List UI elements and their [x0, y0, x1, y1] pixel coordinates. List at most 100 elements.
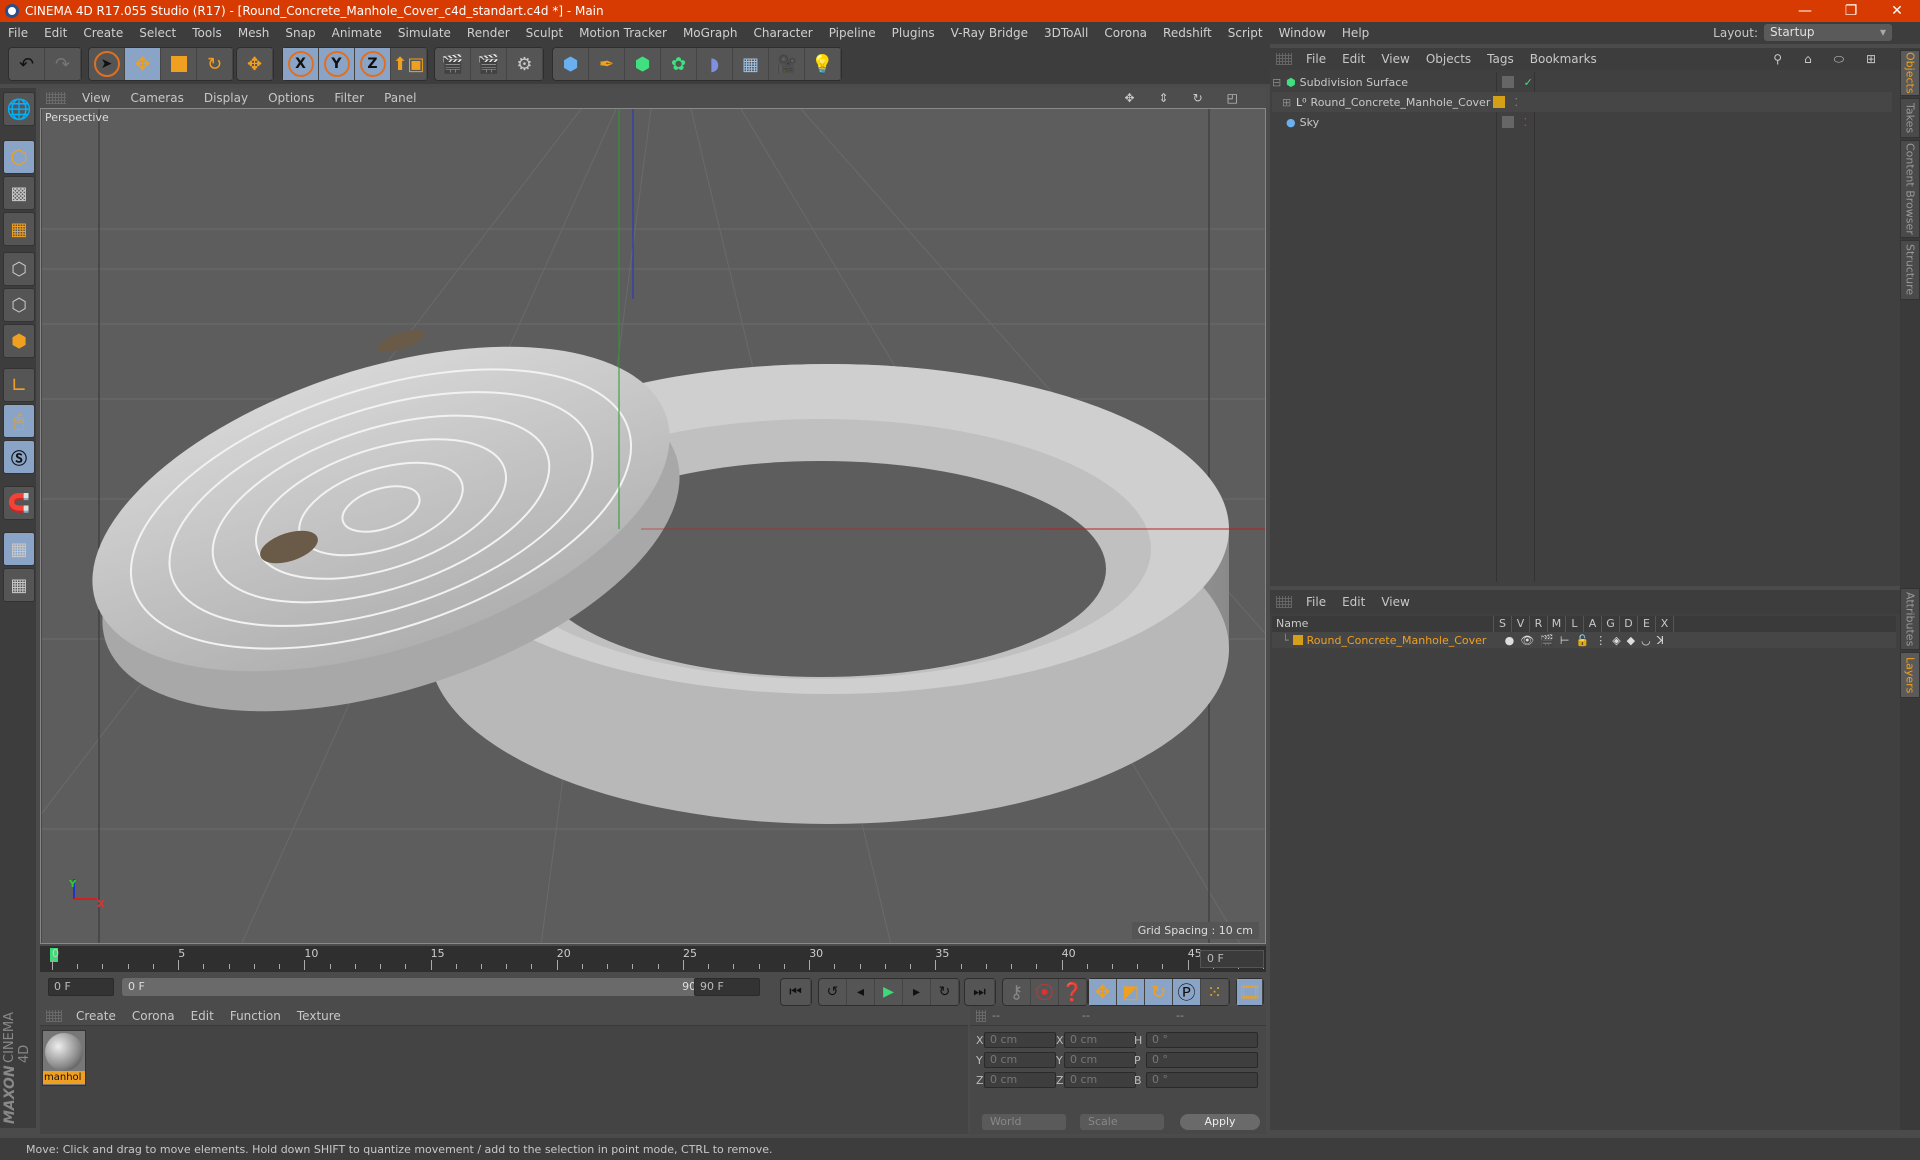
lock-toggle-icon[interactable]: 🔓: [1576, 634, 1590, 647]
make-editable-button[interactable]: 🌐: [3, 92, 35, 126]
object-row-subdivision-surface[interactable]: ⊟ ⬢ Subdivision Surface ✓: [1272, 72, 1892, 92]
viewport-menu-options[interactable]: Options: [258, 91, 324, 105]
layers-menu-view[interactable]: View: [1373, 595, 1417, 609]
subdivision-button[interactable]: ⬢: [625, 48, 661, 80]
coord-value-field[interactable]: 0 cm: [984, 1032, 1056, 1048]
tree-expand-icon[interactable]: ⊞: [1282, 96, 1292, 109]
menu-script[interactable]: Script: [1220, 26, 1271, 40]
menu-corona[interactable]: Corona: [1096, 26, 1155, 40]
objects-menu-objects[interactable]: Objects: [1418, 52, 1479, 66]
next-frame-button[interactable]: ▸: [903, 979, 931, 1005]
material-item[interactable]: manhol: [42, 1030, 86, 1086]
texture-mode-button[interactable]: ▩: [3, 176, 35, 210]
layer-color-swatch[interactable]: [1492, 96, 1505, 108]
deformers-toggle-icon[interactable]: ◆: [1627, 634, 1635, 647]
panel-grip[interactable]: [1276, 596, 1292, 608]
minimize-button[interactable]: —: [1782, 0, 1828, 22]
panel-grip[interactable]: [46, 92, 66, 104]
workplane-mode-button[interactable]: ▦: [3, 212, 35, 246]
editor-visibility-icon[interactable]: [1501, 76, 1514, 88]
coordinate-space-dropdown[interactable]: World: [982, 1114, 1066, 1130]
animation-toggle-icon[interactable]: ⋮: [1595, 634, 1606, 647]
dolly-icon[interactable]: ⇕: [1149, 91, 1179, 105]
pan-icon[interactable]: ✥: [1114, 91, 1144, 105]
tab-structure[interactable]: Structure: [1900, 240, 1920, 300]
panel-grip[interactable]: [976, 1009, 986, 1022]
coordinate-system-button[interactable]: ⬆▣: [391, 48, 427, 80]
render-picture-viewer-button[interactable]: 🎬: [471, 48, 507, 80]
object-name[interactable]: Round_Concrete_Manhole_Cover: [1311, 96, 1491, 109]
column-manager[interactable]: M: [1548, 616, 1566, 632]
axis-mode-button[interactable]: ∟: [3, 368, 35, 402]
new-window-icon[interactable]: ⊞: [1858, 52, 1884, 67]
tab-attributes[interactable]: Attributes: [1900, 588, 1920, 650]
menu-character[interactable]: Character: [745, 26, 820, 40]
coord-value-field[interactable]: 0 °: [1146, 1072, 1258, 1088]
column-locked[interactable]: L: [1566, 616, 1584, 632]
go-to-end-button[interactable]: ⏭: [965, 979, 995, 1005]
undo-button[interactable]: ↶: [9, 48, 45, 80]
enabled-check-icon[interactable]: ✓: [1524, 76, 1533, 89]
key-parameter-button[interactable]: Ⓟ: [1173, 979, 1201, 1005]
column-deformers[interactable]: D: [1620, 616, 1638, 632]
menu-3dtoall[interactable]: 3DToAll: [1036, 26, 1096, 40]
points-mode-button[interactable]: ⬡: [3, 252, 35, 286]
motion-path-button[interactable]: ⚷: [1003, 979, 1031, 1005]
go-to-start-button[interactable]: ⏮: [781, 979, 811, 1005]
coord-value-field[interactable]: 0 cm: [1064, 1072, 1136, 1088]
timeline-window-button[interactable]: 🎞: [1237, 979, 1263, 1005]
viewport-menu-display[interactable]: Display: [194, 91, 258, 105]
layer-color-swatch[interactable]: [1292, 635, 1303, 645]
layer-filter-icon[interactable]: ⬭: [1826, 52, 1852, 67]
auto-key-button[interactable]: ❓: [1059, 979, 1087, 1005]
material-menu-edit[interactable]: Edit: [183, 1009, 222, 1023]
xrefs-toggle-icon[interactable]: ꓘ: [1657, 634, 1664, 647]
y-axis-button[interactable]: Y: [319, 48, 355, 80]
magnet-button[interactable]: 🧲: [3, 486, 35, 520]
column-expressions[interactable]: E: [1638, 616, 1656, 632]
menu-snap[interactable]: Snap: [277, 26, 323, 40]
add-cube-button[interactable]: ⬢: [553, 48, 589, 80]
menu-edit[interactable]: Edit: [36, 26, 75, 40]
pen-button[interactable]: ✒: [589, 48, 625, 80]
key-position-button[interactable]: ✥: [1089, 979, 1117, 1005]
deformer-button[interactable]: ◗: [697, 48, 733, 80]
panel-grip[interactable]: [46, 1010, 62, 1022]
coord-value-field[interactable]: 0 °: [1146, 1052, 1258, 1068]
menu-sculpt[interactable]: Sculpt: [518, 26, 571, 40]
viewport-menu-view[interactable]: View: [72, 91, 120, 105]
tab-content-browser[interactable]: Content Browser: [1900, 140, 1920, 238]
column-view[interactable]: V: [1512, 616, 1530, 632]
home-icon[interactable]: ⌂: [1796, 52, 1820, 67]
scale-tool-button[interactable]: [161, 48, 197, 80]
view-toggle-icon[interactable]: 👁: [1520, 634, 1534, 647]
menu-file[interactable]: File: [0, 26, 36, 40]
column-xrefs[interactable]: X: [1656, 616, 1674, 632]
menu-plugins[interactable]: Plugins: [884, 26, 943, 40]
coord-value-field[interactable]: 0 cm: [1064, 1032, 1136, 1048]
edges-mode-button[interactable]: ⬡: [3, 288, 35, 322]
editor-visibility-icon[interactable]: [1501, 116, 1514, 128]
play-button[interactable]: ▶: [875, 979, 903, 1005]
move-tool-button[interactable]: ✥: [125, 48, 161, 80]
render-view-button[interactable]: 🎬: [435, 48, 471, 80]
tab-takes[interactable]: Takes: [1900, 98, 1920, 138]
key-scale-button[interactable]: ◩: [1117, 979, 1145, 1005]
polygons-mode-button[interactable]: ⬢: [3, 324, 35, 358]
column-name[interactable]: Name: [1272, 616, 1494, 632]
timeline-ruler[interactable]: 051015202530354045505560657075808590: [40, 946, 1920, 972]
frame-range-slider[interactable]: 0 F 90 F: [122, 978, 724, 996]
material-menu-texture[interactable]: Texture: [289, 1009, 349, 1023]
object-name[interactable]: Sky: [1300, 116, 1496, 129]
layer-row[interactable]: └ Round_Concrete_Manhole_Cover ● 👁 🎬 ⊢ 🔓…: [1272, 632, 1896, 648]
menu-animate[interactable]: Animate: [324, 26, 390, 40]
coord-value-field[interactable]: 0 cm: [984, 1072, 1056, 1088]
end-frame-field[interactable]: 90 F: [694, 978, 760, 996]
coord-value-field[interactable]: 0 °: [1146, 1032, 1258, 1048]
layers-menu-file[interactable]: File: [1298, 595, 1334, 609]
snap-button[interactable]: Ⓢ: [3, 440, 35, 474]
key-rotation-button[interactable]: ↻: [1145, 979, 1173, 1005]
objects-menu-bookmarks[interactable]: Bookmarks: [1522, 52, 1605, 66]
layer-name[interactable]: Round_Concrete_Manhole_Cover: [1307, 634, 1497, 647]
column-solo[interactable]: S: [1494, 616, 1512, 632]
